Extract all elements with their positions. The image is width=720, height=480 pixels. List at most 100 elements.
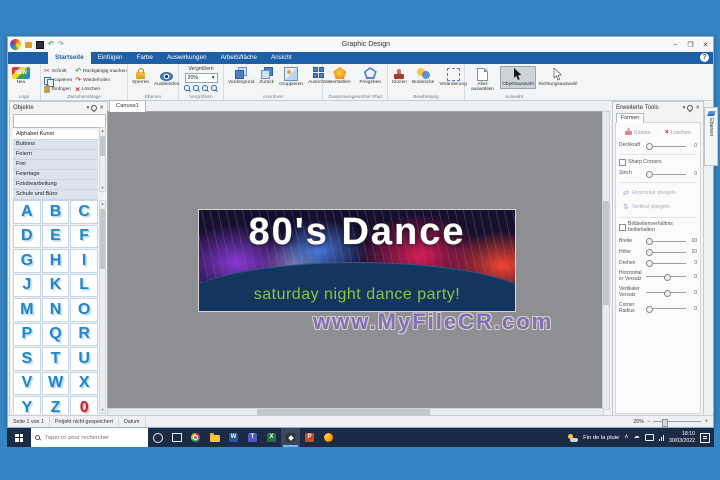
tab-auswirkungen[interactable]: Auswirkungen: [160, 52, 214, 64]
sharp-corners-checkbox[interactable]: [619, 159, 626, 166]
slider-track[interactable]: [646, 305, 686, 313]
taskbar-clock[interactable]: 18:10 30/03/2022: [669, 431, 695, 444]
zoom-dropdown[interactable]: 20% ▾: [184, 73, 218, 83]
letter-cell[interactable]: W: [41, 371, 70, 395]
letter-cell[interactable]: O: [70, 298, 98, 322]
clone-button[interactable]: Klonen: [391, 66, 408, 86]
slider-track[interactable]: [646, 273, 686, 281]
letter-cell[interactable]: U: [70, 347, 98, 371]
letter-cell[interactable]: E: [41, 224, 70, 248]
scroll-up-icon[interactable]: ▲: [100, 202, 105, 206]
category-fotobearbeitung[interactable]: Fotobearbeitung: [13, 180, 98, 190]
lock-button[interactable]: Sperren: [131, 66, 150, 86]
letter-cell[interactable]: Y: [13, 396, 41, 414]
category-alphabet-kunst[interactable]: Alphabet Kunst: [13, 130, 98, 140]
zoom-out-button[interactable]: −: [647, 419, 651, 425]
object-select-button[interactable]: Objektauswahl: [499, 66, 536, 90]
letter-cell[interactable]: I: [70, 249, 98, 273]
tab-arbeitsflaeche[interactable]: Arbeitsfläche: [214, 52, 264, 64]
letter-cell[interactable]: K: [41, 273, 70, 297]
category-scrollbar[interactable]: ▲ ▼: [99, 127, 106, 192]
mirror-horizontal-button[interactable]: ⇄ Horizontal spiegeln: [623, 189, 697, 197]
category-feiern[interactable]: Feiern: [13, 150, 98, 160]
delete-button[interactable]: × Löschen: [75, 86, 127, 94]
letter-cell[interactable]: L: [70, 273, 98, 297]
tools-clone-button[interactable]: Klonen: [625, 127, 651, 136]
letter-cell[interactable]: B: [41, 200, 70, 224]
tab-farbe[interactable]: Farbe: [130, 52, 160, 64]
zoom-selection-icon[interactable]: [211, 85, 218, 92]
slider-track[interactable]: [646, 238, 686, 246]
letter-cell[interactable]: 0: [70, 396, 98, 414]
hide-button[interactable]: Ausblenden: [153, 66, 180, 88]
boolean-button[interactable]: Boolesche: [411, 66, 435, 86]
panel-close-icon[interactable]: ✕: [695, 105, 700, 111]
network-icon[interactable]: [658, 435, 665, 441]
slider-handle[interactable]: [646, 143, 653, 150]
cut-button[interactable]: ✂ Schnitt: [44, 68, 72, 75]
category-buttons[interactable]: Buttons: [13, 140, 98, 150]
pin-icon[interactable]: [686, 103, 695, 112]
help-button[interactable]: ?: [700, 53, 709, 62]
word-button[interactable]: W: [224, 428, 243, 447]
slider-track[interactable]: [646, 289, 686, 297]
zoom-in-button[interactable]: +: [704, 419, 708, 425]
slider-handle[interactable]: [663, 289, 671, 297]
select-all-button[interactable]: Alles auswählen: [468, 66, 497, 94]
keyboard-icon[interactable]: [644, 434, 654, 441]
canvas-vertical-scrollbar[interactable]: [602, 111, 610, 410]
letter-cell[interactable]: C: [70, 200, 98, 224]
tray-chevron-icon[interactable]: ∧: [624, 434, 628, 441]
taskbar-search[interactable]: [31, 428, 148, 447]
aspect-ratio-checkbox[interactable]: [619, 224, 626, 232]
firefox-button[interactable]: [319, 428, 338, 447]
minimize-button[interactable]: –: [668, 41, 683, 48]
letter-cell[interactable]: H: [41, 249, 70, 273]
slider-handle[interactable]: [646, 305, 653, 313]
undo-button[interactable]: ↶ Rückgängig machen: [75, 68, 127, 75]
tab-einfuegen[interactable]: Einfügen: [91, 52, 130, 64]
maximize-button[interactable]: ❐: [683, 41, 698, 49]
zoom-in-icon[interactable]: [184, 85, 191, 92]
excel-button[interactable]: X: [262, 428, 281, 447]
tab-ansicht[interactable]: Ansicht: [264, 52, 299, 64]
start-button[interactable]: [7, 428, 31, 447]
slider-track[interactable]: [646, 143, 686, 150]
cortana-button[interactable]: [148, 428, 167, 447]
teams-button[interactable]: T: [243, 428, 262, 447]
path-make-button[interactable]: Herstellen: [328, 66, 352, 86]
panel-close-icon[interactable]: ✕: [99, 105, 104, 111]
letter-cell[interactable]: R: [70, 322, 98, 346]
layers-flyout-tab[interactable]: Ebenen: [704, 107, 718, 166]
panel-collapse-icon[interactable]: ▾: [87, 105, 90, 111]
slider-handle[interactable]: [663, 273, 671, 281]
path-release-button[interactable]: Freigeben: [358, 66, 382, 86]
category-feiertage[interactable]: Feiertage: [13, 170, 98, 180]
letter-cell[interactable]: V: [13, 371, 41, 395]
powerpoint-button[interactable]: P: [300, 428, 319, 447]
onedrive-cloud-icon[interactable]: ☁: [634, 434, 640, 441]
letter-cell[interactable]: X: [70, 371, 98, 395]
letter-cell[interactable]: D: [13, 224, 41, 248]
slider-track[interactable]: [646, 249, 686, 257]
tools-delete-button[interactable]: × Löschen: [665, 129, 691, 136]
weather-label[interactable]: Fin de la pluie: [583, 435, 619, 441]
group-button[interactable]: Gruppieren: [278, 66, 304, 88]
slider-handle[interactable]: [646, 171, 653, 178]
scroll-down-icon[interactable]: ▼: [100, 186, 105, 190]
letters-scrollbar[interactable]: ▲ ▼: [99, 200, 106, 414]
task-view-button[interactable]: [167, 428, 186, 447]
status-zoom-slider[interactable]: [653, 418, 702, 427]
slider-track[interactable]: [646, 171, 686, 178]
letter-cell[interactable]: P: [13, 322, 41, 346]
scroll-down-icon[interactable]: ▼: [100, 408, 105, 412]
tab-formen[interactable]: Formen: [616, 113, 645, 123]
letter-cell[interactable]: N: [41, 298, 70, 322]
open-icon[interactable]: [25, 41, 32, 48]
scroll-up-icon[interactable]: ▲: [100, 129, 105, 133]
objects-filter-input[interactable]: [13, 114, 106, 128]
letter-cell[interactable]: A: [13, 200, 41, 224]
new-logo-button[interactable]: NEW Neu: [11, 66, 31, 86]
letter-cell[interactable]: Q: [41, 322, 70, 346]
copy-button[interactable]: Kopieren: [44, 76, 72, 87]
